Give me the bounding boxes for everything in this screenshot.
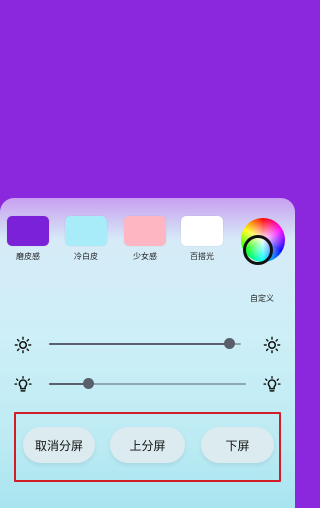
preset-custom[interactable]: 自定义 bbox=[238, 218, 294, 308]
brightness-track[interactable] bbox=[49, 343, 241, 345]
warmth-slider-row bbox=[0, 374, 295, 394]
sun-icon bbox=[14, 336, 32, 354]
preset-label-custom: 自定义 bbox=[250, 294, 274, 303]
screen-content-area bbox=[0, 0, 295, 212]
sun-icon-max bbox=[263, 336, 281, 354]
warmth-track[interactable] bbox=[49, 383, 246, 385]
preset-cool-white[interactable]: 冷白皮 bbox=[61, 216, 111, 296]
cancel-split-button[interactable]: 取消分屏 bbox=[23, 427, 95, 463]
preset-girl[interactable]: 少女感 bbox=[120, 216, 170, 296]
brightness-slider-row bbox=[0, 334, 295, 354]
preset-swatch-girl bbox=[124, 216, 166, 246]
color-picker-ring bbox=[243, 235, 273, 265]
preset-label-girl: 少女感 bbox=[133, 252, 157, 261]
lower-split-button[interactable]: 下屏 bbox=[201, 427, 274, 463]
bulb-icon-max bbox=[263, 376, 281, 392]
preset-swatch-versatile bbox=[181, 216, 223, 246]
brightness-track-fill bbox=[49, 343, 229, 345]
bulb-icon bbox=[14, 376, 32, 392]
preset-label-versatile: 百搭光 bbox=[190, 252, 214, 261]
brightness-slider-thumb[interactable] bbox=[224, 338, 235, 349]
warmth-slider-thumb[interactable] bbox=[83, 378, 94, 389]
preset-versatile[interactable]: 百搭光 bbox=[177, 216, 227, 296]
preset-swatch-cool-white bbox=[65, 216, 107, 246]
preset-swatch-smooth bbox=[7, 216, 49, 246]
preset-label-cool-white: 冷白皮 bbox=[74, 252, 98, 261]
upper-split-button[interactable]: 上分屏 bbox=[110, 427, 185, 463]
preset-smooth[interactable]: 磨皮感 bbox=[3, 216, 53, 296]
preset-label-smooth: 磨皮感 bbox=[16, 252, 40, 261]
